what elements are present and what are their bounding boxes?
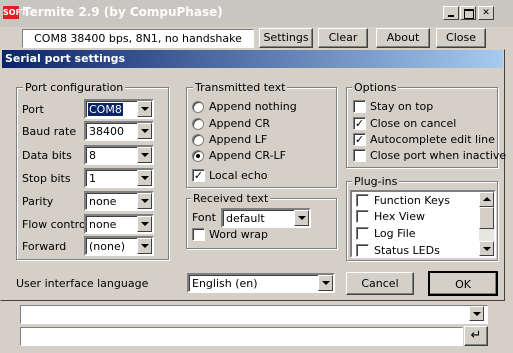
- baud-rate-label: Baud rate: [22, 125, 77, 138]
- options-label: Options: [352, 81, 399, 94]
- port-configuration-label: Port configuration: [23, 81, 126, 94]
- chevron-down-icon[interactable]: [318, 275, 333, 291]
- font-value: default: [226, 212, 265, 225]
- font-select[interactable]: default: [221, 208, 311, 228]
- status-leds-label: Status LEDs: [374, 244, 440, 257]
- forward-select[interactable]: (none): [84, 236, 154, 256]
- plugins-label: Plug-ins: [352, 175, 400, 188]
- append-nothing-radio[interactable]: [192, 101, 204, 113]
- append-cr-lf-radio[interactable]: [192, 150, 204, 162]
- function-keys-label: Function Keys: [374, 194, 450, 207]
- transmitted-text-label: Transmitted text: [193, 81, 288, 94]
- baud-rate-value: 38400: [89, 125, 124, 138]
- main-title-bar: SOFT Termite 2.9 (by CompuPhase) ✕: [0, 0, 513, 27]
- close-icon: ✕: [482, 8, 490, 18]
- close-port-when-inactive-label: Close port when inactive: [370, 149, 507, 162]
- minimize-button[interactable]: [443, 6, 459, 20]
- status-leds-checkbox[interactable]: [356, 244, 369, 257]
- port-label: Port: [22, 103, 44, 116]
- autocomplete-edit-line-label: Autocomplete edit line: [370, 133, 495, 146]
- log-file-label: Log File: [374, 227, 416, 240]
- flow-control-select[interactable]: none: [84, 214, 154, 234]
- chevron-down-icon[interactable]: [137, 193, 152, 209]
- dialog-title: Serial port settings: [5, 52, 126, 65]
- local-echo-checkbox[interactable]: ✓: [192, 169, 205, 182]
- main-window-title: Termite 2.9 (by CompuPhase): [23, 5, 223, 19]
- check-icon: ✓: [193, 169, 204, 182]
- settings-button[interactable]: Settings: [259, 28, 313, 48]
- scroll-thumb[interactable]: [479, 207, 494, 229]
- parity-value: none: [89, 195, 117, 208]
- port-value: COM8: [88, 103, 123, 116]
- language-label: User interface language: [16, 277, 149, 290]
- flow-control-label: Flow control: [22, 218, 89, 231]
- dialog-title-bar: Serial port settings: [2, 50, 503, 68]
- received-text-label: Received text: [191, 192, 271, 205]
- chevron-down-icon[interactable]: [137, 238, 152, 254]
- port-select[interactable]: COM8: [84, 99, 154, 119]
- clear-button[interactable]: Clear: [318, 28, 368, 48]
- output-scroll-down[interactable]: [469, 306, 484, 321]
- termite-logo-icon: SOFT: [3, 6, 27, 19]
- hex-view-label: Hex View: [374, 210, 425, 223]
- scroll-down-button[interactable]: [479, 241, 494, 256]
- minimize-icon: [448, 15, 454, 17]
- append-nothing-label: Append nothing: [209, 100, 297, 113]
- terminal-output: [20, 305, 488, 324]
- baud-rate-select[interactable]: 38400: [84, 121, 154, 141]
- input-line[interactable]: [20, 327, 463, 346]
- function-keys-checkbox[interactable]: [356, 194, 369, 207]
- hex-view-checkbox[interactable]: [356, 210, 369, 223]
- chevron-down-icon[interactable]: [137, 216, 152, 232]
- log-file-checkbox[interactable]: [356, 227, 369, 240]
- stay-on-top-checkbox[interactable]: [353, 100, 366, 113]
- language-select[interactable]: English (en): [187, 273, 335, 293]
- parity-label: Parity: [22, 195, 54, 208]
- stop-bits-value: 1: [89, 172, 96, 185]
- append-lf-radio[interactable]: [192, 134, 204, 146]
- append-cr-lf-label: Append CR-LF: [209, 149, 287, 162]
- data-bits-value: 8: [89, 149, 96, 162]
- close-on-cancel-checkbox[interactable]: ✓: [353, 117, 366, 130]
- connection-status: COM8 38400 bps, 8N1, no handshake: [22, 29, 254, 48]
- forward-label: Forward: [22, 240, 67, 253]
- cancel-button[interactable]: Cancel: [346, 272, 414, 295]
- chevron-down-icon[interactable]: [137, 123, 152, 139]
- close-port-when-inactive-checkbox[interactable]: [353, 149, 366, 162]
- close-window-button[interactable]: ✕: [478, 6, 494, 20]
- chevron-down-icon[interactable]: [137, 170, 152, 186]
- stay-on-top-label: Stay on top: [370, 100, 434, 113]
- enter-icon: ↵: [470, 328, 482, 343]
- font-label: Font: [192, 211, 216, 224]
- flow-control-value: none: [89, 218, 117, 231]
- data-bits-label: Data bits: [22, 149, 72, 162]
- main-close-button[interactable]: Close: [436, 28, 486, 48]
- close-on-cancel-label: Close on cancel: [370, 117, 457, 130]
- send-button[interactable]: ↵: [464, 326, 488, 346]
- chevron-down-icon[interactable]: [294, 210, 309, 226]
- language-value: English (en): [192, 277, 258, 290]
- about-button[interactable]: About: [376, 28, 430, 48]
- check-icon: ✓: [354, 133, 365, 146]
- ok-button[interactable]: OK: [428, 271, 498, 296]
- stop-bits-select[interactable]: 1: [84, 168, 154, 188]
- autocomplete-edit-line-checkbox[interactable]: ✓: [353, 133, 366, 146]
- word-wrap-checkbox[interactable]: [192, 228, 205, 241]
- local-echo-label: Local echo: [209, 169, 268, 182]
- append-cr-radio[interactable]: [192, 118, 204, 130]
- data-bits-select[interactable]: 8: [84, 145, 154, 165]
- word-wrap-label: Word wrap: [209, 228, 269, 241]
- forward-value: (none): [89, 240, 126, 253]
- scroll-up-button[interactable]: [479, 192, 494, 207]
- parity-select[interactable]: none: [84, 191, 154, 211]
- check-icon: ✓: [354, 117, 365, 130]
- chevron-down-icon[interactable]: [137, 147, 152, 163]
- append-lf-label: Append LF: [209, 133, 268, 146]
- maximize-button[interactable]: [460, 6, 476, 20]
- append-cr-label: Append CR: [209, 117, 271, 130]
- stop-bits-label: Stop bits: [22, 172, 71, 185]
- maximize-icon: [464, 9, 474, 19]
- chevron-down-icon[interactable]: [137, 101, 152, 117]
